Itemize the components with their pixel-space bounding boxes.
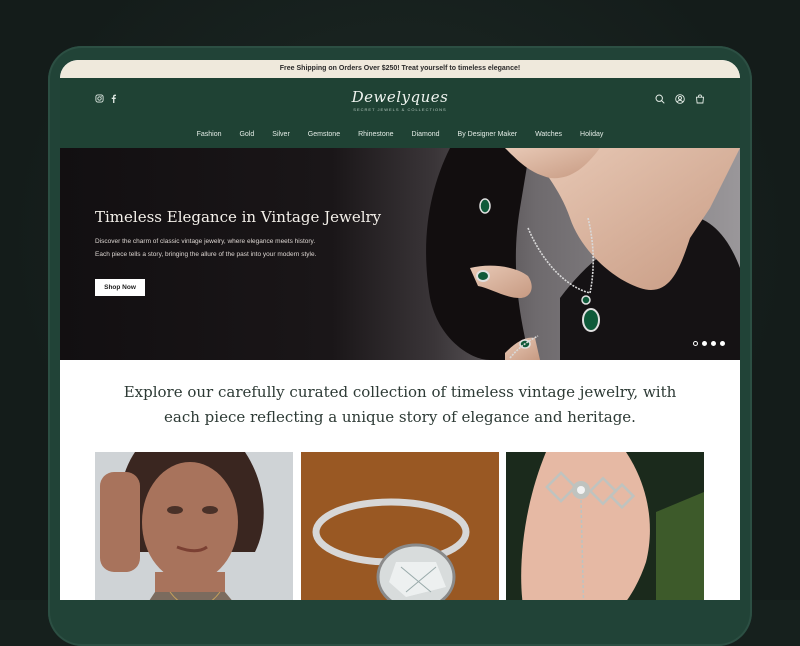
featured-grid bbox=[60, 433, 740, 600]
portrait-jewelry-image bbox=[95, 452, 293, 600]
account-icon[interactable] bbox=[675, 94, 685, 104]
nav-rhinestone[interactable]: Rhinestone bbox=[349, 131, 402, 138]
collection-intro: Explore our carefully curated collection… bbox=[123, 383, 677, 426]
announcement-bar: Free Shipping on Orders Over $250! Treat… bbox=[60, 60, 740, 78]
brand-name: Dewelyques bbox=[351, 88, 449, 106]
featured-card-portrait[interactable] bbox=[95, 452, 293, 600]
nav-watches[interactable]: Watches bbox=[526, 131, 571, 138]
vintage-ring-image bbox=[301, 452, 499, 600]
nav-holiday[interactable]: Holiday bbox=[571, 131, 612, 138]
shop-now-button[interactable]: Shop Now bbox=[95, 279, 145, 296]
hero-model-image bbox=[426, 148, 740, 360]
search-icon[interactable] bbox=[655, 94, 665, 104]
carousel-dots bbox=[693, 341, 725, 346]
carousel-dot-2[interactable] bbox=[702, 341, 707, 346]
header-utilities bbox=[655, 94, 705, 104]
cart-icon[interactable] bbox=[695, 94, 705, 104]
hero-description: Discover the charm of classic vintage je… bbox=[95, 238, 317, 258]
nav-gold[interactable]: Gold bbox=[230, 131, 263, 138]
carousel-dot-4[interactable] bbox=[720, 341, 725, 346]
nav-gemstone[interactable]: Gemstone bbox=[299, 131, 349, 138]
featured-card-bracelet[interactable] bbox=[506, 452, 704, 600]
site-header: Dewelyques SECRET JEWELS & COLLECTIONS F… bbox=[60, 78, 740, 148]
brand-logo[interactable]: Dewelyques SECRET JEWELS & COLLECTIONS bbox=[60, 88, 740, 112]
carousel-dot-3[interactable] bbox=[711, 341, 716, 346]
nav-silver[interactable]: Silver bbox=[263, 131, 299, 138]
featured-card-ring[interactable] bbox=[301, 452, 499, 600]
main-nav: Fashion Gold Silver Gemstone Rhinestone … bbox=[60, 131, 740, 138]
nav-fashion[interactable]: Fashion bbox=[188, 131, 231, 138]
browser-screen: Free Shipping on Orders Over $250! Treat… bbox=[60, 60, 740, 600]
hero-banner: Timeless Elegance in Vintage Jewelry Dis… bbox=[60, 148, 740, 360]
nav-diamond[interactable]: Diamond bbox=[403, 131, 449, 138]
hero-title: Timeless Elegance in Vintage Jewelry bbox=[95, 208, 382, 226]
nav-by-designer-maker[interactable]: By Designer Maker bbox=[449, 131, 527, 138]
carousel-dot-1[interactable] bbox=[693, 341, 698, 346]
bracelet-wrist-image bbox=[506, 452, 704, 600]
brand-tagline: SECRET JEWELS & COLLECTIONS bbox=[353, 107, 447, 112]
